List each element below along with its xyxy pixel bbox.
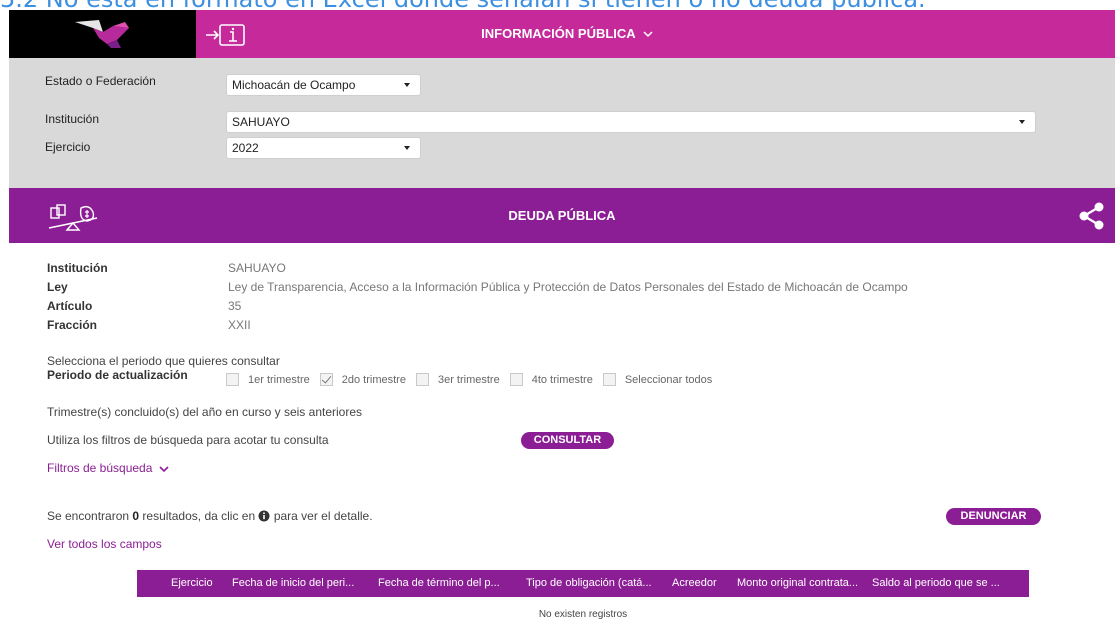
- share-icon[interactable]: [1079, 202, 1105, 233]
- denunciar-button[interactable]: DENUNCIAR: [946, 508, 1041, 525]
- checkbox-q3[interactable]: [415, 373, 429, 386]
- checkbox-q1[interactable]: [226, 373, 239, 386]
- period-prompt: Selecciona el periodo que quieres consul…: [47, 354, 280, 368]
- view-all-fields-link[interactable]: Ver todos los campos: [47, 537, 162, 551]
- meta-ley-value: Ley de Transparencia, Acceso a la Inform…: [228, 280, 908, 294]
- meta-ley-label: Ley: [47, 280, 68, 294]
- chevron-down-icon: [159, 462, 169, 476]
- institucion-select[interactable]: SAHUAYO: [226, 111, 1036, 133]
- ejercicio-select[interactable]: 2022: [226, 137, 421, 159]
- meta-fraccion-label: Fracción: [47, 318, 98, 332]
- checkbox-q4-label: 4to trimestre: [531, 373, 593, 386]
- section-title: DEUDA PÚBLICA: [508, 208, 616, 223]
- site-logo[interactable]: [9, 10, 196, 58]
- column-header-ejercicio[interactable]: Ejercicio: [171, 577, 213, 589]
- ejercicio-label: Ejercicio: [45, 140, 91, 154]
- results-prefix: Se encontraron: [47, 509, 133, 523]
- checkbox-q4[interactable]: [509, 373, 523, 386]
- meta-articulo-label: Artículo: [47, 299, 93, 313]
- ejercicio-value: 2022: [232, 141, 259, 155]
- estado-label: Estado o Federación: [45, 74, 156, 88]
- institucion-label: Institución: [45, 112, 100, 126]
- column-header-fecha-inicio[interactable]: Fecha de inicio del peri...: [232, 577, 354, 589]
- top-header-bar: INFORMACIÓN PÚBLICA: [9, 10, 1115, 58]
- filter-panel: Estado o Federación Michoacán de Ocampo …: [9, 58, 1115, 188]
- caret-down-icon: [1019, 120, 1025, 124]
- checkbox-select-all-label: Seleccionar todos: [624, 373, 713, 386]
- meta-institucion-label: Institución: [47, 261, 108, 275]
- institucion-value: SAHUAYO: [232, 115, 290, 129]
- chevron-down-icon: [643, 10, 653, 58]
- column-header-tipo-obligacion[interactable]: Tipo de obligación (catá...: [526, 577, 652, 589]
- period-note: Trimestre(s) concluido(s) del año en cur…: [47, 405, 363, 419]
- checkbox-select-all[interactable]: [602, 373, 616, 386]
- empty-table-message: No existen registros: [538, 609, 628, 620]
- caret-down-icon: [404, 146, 410, 150]
- column-header-saldo-periodo[interactable]: Saldo al periodo que se ...: [872, 577, 1000, 589]
- checkbox-q2[interactable]: [319, 373, 333, 386]
- results-table-header: Ejercicio Fecha de inicio del peri... Fe…: [137, 570, 1029, 597]
- search-filters-label: Filtros de búsqueda: [47, 461, 153, 475]
- period-options: 1er trimestre 2do trimestre 3er trimestr…: [226, 373, 722, 386]
- info-circle-icon: [258, 510, 270, 525]
- results-suffix: resultados, da clic en: [139, 509, 259, 523]
- period-label: Periodo de actualización: [47, 368, 188, 382]
- column-header-fecha-termino[interactable]: Fecha de término del p...: [378, 577, 500, 589]
- meta-fraccion-value: XXII: [228, 318, 251, 332]
- meta-articulo-value: 35: [228, 299, 242, 313]
- query-hint: Utiliza los filtros de búsqueda para aco…: [47, 433, 329, 447]
- caret-down-icon: [404, 83, 410, 87]
- section-header: DEUDA PÚBLICA: [9, 188, 1115, 243]
- column-header-acreedor[interactable]: Acreedor: [672, 577, 717, 589]
- column-header-monto-original[interactable]: Monto original contrata...: [737, 577, 858, 589]
- checkbox-q1-label: 1er trimestre: [248, 373, 310, 386]
- checkbox-q3-label: 3er trimestre: [437, 373, 500, 386]
- search-filters-toggle[interactable]: Filtros de búsqueda: [47, 461, 169, 476]
- results-suffix2: para ver el detalle.: [270, 509, 373, 523]
- login-info-icon[interactable]: [204, 23, 248, 50]
- estado-value: Michoacán de Ocampo: [232, 78, 356, 92]
- consultar-button[interactable]: CONSULTAR: [521, 432, 614, 449]
- public-info-title: INFORMACIÓN PÚBLICA: [481, 26, 636, 41]
- estado-select[interactable]: Michoacán de Ocampo: [226, 74, 421, 96]
- checkbox-q2-label: 2do trimestre: [341, 373, 406, 386]
- results-summary: Se encontraron 0 resultados, da clic en …: [47, 509, 373, 525]
- meta-institucion-value: SAHUAYO: [228, 261, 286, 275]
